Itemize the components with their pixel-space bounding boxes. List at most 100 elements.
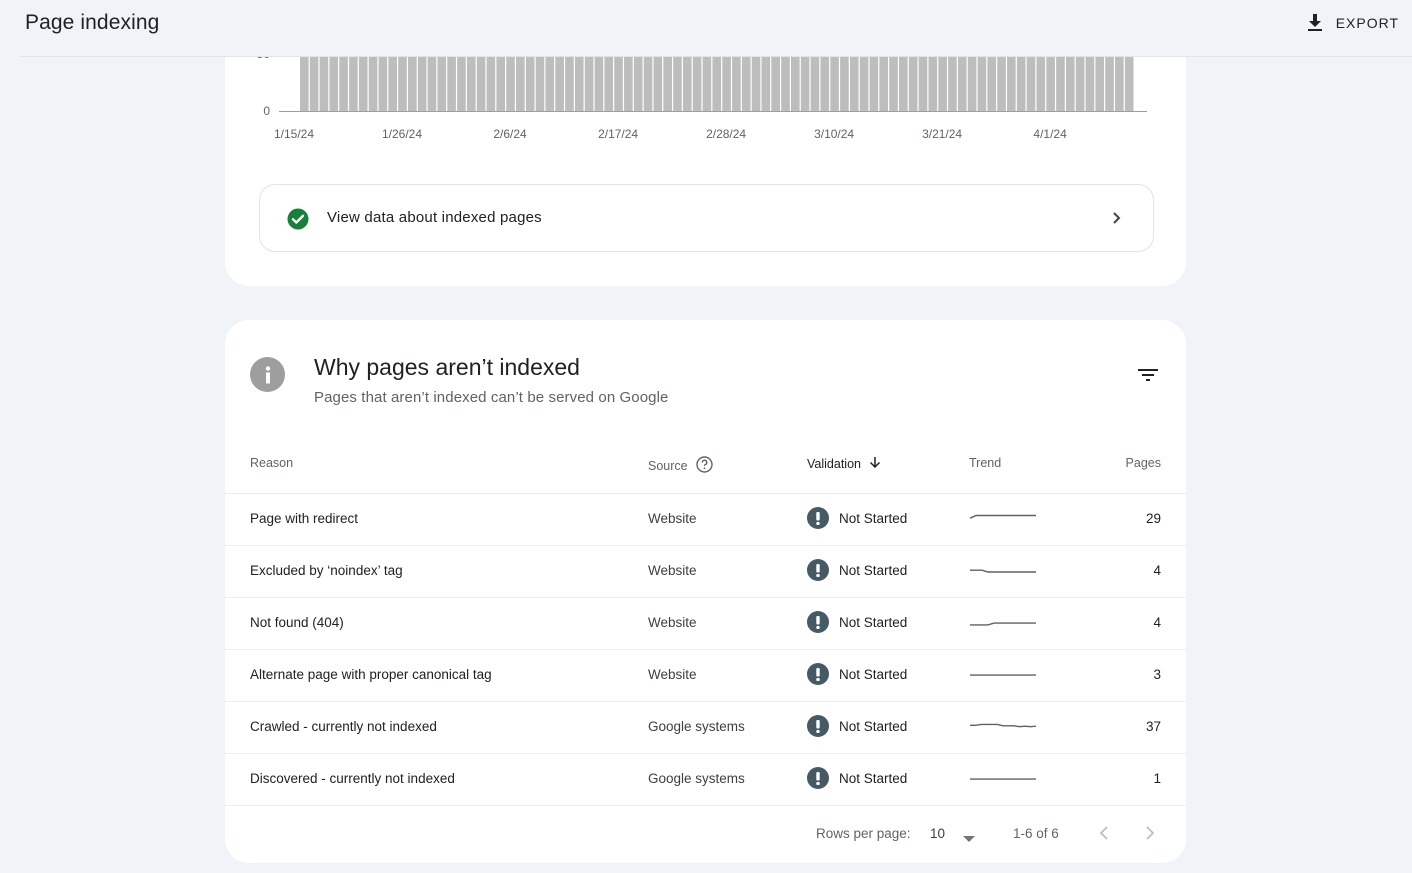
validation-status: Not Started <box>839 510 908 526</box>
reason-cell: Alternate page with proper canonical tag <box>250 667 492 682</box>
column-header-pages[interactable]: Pages <box>1126 456 1161 470</box>
validation-status: Not Started <box>839 666 908 682</box>
y-tick-label: 0 <box>263 104 270 118</box>
column-header-validation[interactable]: Validation <box>807 456 881 472</box>
next-page-button[interactable] <box>1144 824 1156 847</box>
trend-sparkline <box>969 514 1036 519</box>
source-cell: Website <box>648 563 697 578</box>
pagination: Rows per page: 10 1-6 of 6 <box>225 806 1186 862</box>
filter-icon <box>1138 368 1158 387</box>
trend-cell <box>969 662 1039 691</box>
column-header-source[interactable]: Source <box>648 456 713 476</box>
validation-cell: Not Started <box>807 507 907 529</box>
pages-cell: 4 <box>1153 563 1161 578</box>
chevron-left-icon <box>1099 826 1108 840</box>
source-cell: Google systems <box>648 719 745 734</box>
validation-status: Not Started <box>839 562 908 578</box>
pages-cell: 1 <box>1153 771 1161 786</box>
section-subtitle: Pages that aren’t indexed can’t be serve… <box>314 389 669 406</box>
export-label: EXPORT <box>1335 15 1399 31</box>
info-icon <box>250 357 285 392</box>
page-header: Page indexing EXPORT <box>0 0 1412 57</box>
validation-cell: Not Started <box>807 767 907 789</box>
pagination-range: 1-6 of 6 <box>1013 826 1059 841</box>
column-header-pages-label: Pages <box>1125 456 1161 470</box>
column-header-validation-label: Validation <box>807 457 861 471</box>
pages-cell: 4 <box>1153 615 1161 630</box>
trend-sparkline <box>970 622 1036 626</box>
not-indexed-card: Why pages aren’t indexed Pages that aren… <box>225 320 1186 863</box>
sort-arrow-down-icon <box>869 456 881 472</box>
trend-cell <box>969 714 1039 743</box>
table-header: Reason Source Validation Trend Pages <box>225 437 1186 494</box>
exclamation-icon <box>807 507 829 529</box>
x-tick-label: 4/1/24 <box>1033 127 1067 141</box>
source-cell: Website <box>648 615 697 630</box>
section-title: Why pages aren’t indexed <box>314 354 580 380</box>
table-row[interactable]: Not found (404) Website Not Started 4 <box>225 598 1186 650</box>
pages-cell: 29 <box>1145 511 1161 526</box>
x-tick-label: 2/6/24 <box>493 127 527 141</box>
exclamation-icon <box>807 663 829 685</box>
table-row[interactable]: Discovered - currently not indexed Googl… <box>225 754 1186 806</box>
chevron-right-icon <box>1111 210 1123 231</box>
reason-cell: Excluded by ‘noindex’ tag <box>250 563 403 578</box>
pages-cell: 37 <box>1145 719 1161 734</box>
header-divider <box>20 56 1412 57</box>
rows-per-page-label: Rows per page: <box>816 826 911 841</box>
exclamation-icon <box>807 715 829 737</box>
trend-sparkline <box>970 674 1036 676</box>
view-indexed-pages-label: View data about indexed pages <box>327 209 542 226</box>
reason-cell: Discovered - currently not indexed <box>250 771 455 786</box>
source-cell: Google systems <box>648 771 745 786</box>
trend-cell <box>969 558 1039 587</box>
source-cell: Website <box>648 511 697 526</box>
view-indexed-pages-link[interactable]: View data about indexed pages <box>259 184 1154 252</box>
rows-per-page-select[interactable]: 10 <box>930 826 945 841</box>
chevron-right-icon <box>1146 826 1155 840</box>
check-circle-icon <box>287 208 309 230</box>
download-icon <box>1306 13 1324 33</box>
source-cell: Website <box>648 667 697 682</box>
validation-status: Not Started <box>839 614 908 630</box>
validation-status: Not Started <box>839 718 908 734</box>
trend-cell <box>969 610 1039 639</box>
reason-cell: Page with redirect <box>250 511 359 526</box>
validation-cell: Not Started <box>807 715 907 737</box>
validation-status: Not Started <box>839 770 908 786</box>
exclamation-icon <box>807 767 829 789</box>
exclamation-icon <box>807 611 829 633</box>
trend-sparkline <box>970 723 1037 728</box>
reason-cell: Not found (404) <box>250 615 344 630</box>
x-tick-label: 2/17/24 <box>598 127 638 141</box>
trend-sparkline <box>970 778 1036 780</box>
trend-cell <box>969 506 1039 535</box>
previous-page-button[interactable] <box>1098 824 1110 847</box>
validation-cell: Not Started <box>807 559 907 581</box>
pages-cell: 3 <box>1153 667 1161 682</box>
table-row[interactable]: Alternate page with proper canonical tag… <box>225 650 1186 702</box>
x-tick-label: 1/26/24 <box>382 127 422 141</box>
page-title: Page indexing <box>25 11 160 34</box>
trend-cell <box>969 766 1039 795</box>
not-indexed-table: Reason Source Validation Trend Pages Pag… <box>225 437 1186 806</box>
column-header-source-label: Source <box>648 459 688 473</box>
export-button[interactable]: EXPORT <box>1306 11 1399 35</box>
validation-cell: Not Started <box>807 611 907 633</box>
column-header-reason-label: Reason <box>250 456 294 470</box>
table-row[interactable]: Crawled - currently not indexed Google s… <box>225 702 1186 754</box>
column-header-trend: Trend <box>969 456 1001 470</box>
column-header-reason[interactable]: Reason <box>250 456 293 470</box>
column-header-trend-label: Trend <box>969 456 1002 470</box>
x-tick-label: 1/15/24 <box>274 127 314 141</box>
exclamation-icon <box>807 559 829 581</box>
filter-button[interactable] <box>1133 366 1163 388</box>
table-row[interactable]: Page with redirect Website Not Started 2… <box>225 494 1186 546</box>
dropdown-caret-icon[interactable] <box>963 830 975 848</box>
x-tick-label: 2/28/24 <box>706 127 746 141</box>
table-row[interactable]: Excluded by ‘noindex’ tag Website Not St… <box>225 546 1186 598</box>
x-tick-label: 3/10/24 <box>814 127 854 141</box>
validation-cell: Not Started <box>807 663 907 685</box>
reason-cell: Crawled - currently not indexed <box>250 719 437 734</box>
help-icon[interactable] <box>695 456 713 476</box>
